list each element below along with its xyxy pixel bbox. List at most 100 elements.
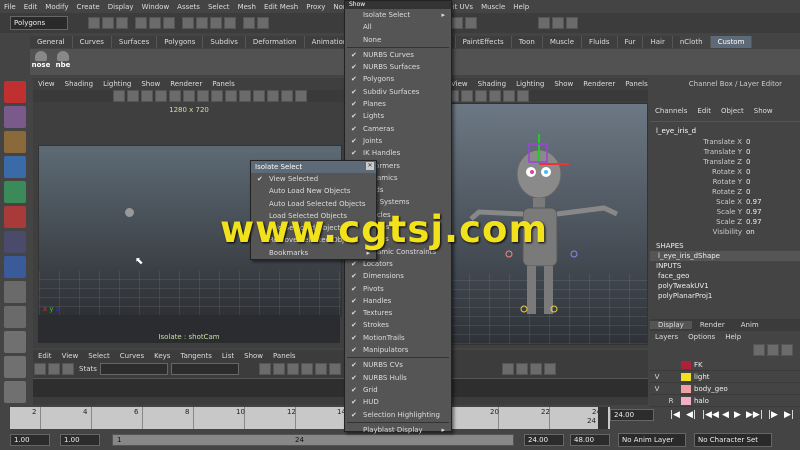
gate-mask-icon[interactable] — [197, 90, 209, 102]
input-node[interactable]: polyTweakUV1 — [650, 281, 800, 291]
menu-item-grid[interactable]: ✔ Grid — [345, 384, 451, 396]
channel-translate-z[interactable]: Translate Z0 — [650, 157, 800, 167]
menu-renderer[interactable]: Renderer — [578, 80, 620, 88]
time-slider[interactable]: 2468101214161820222424 — [10, 407, 610, 429]
flat-tangent-icon[interactable] — [328, 363, 341, 375]
scale-tool-icon[interactable] — [4, 206, 26, 228]
menu-help[interactable]: Help — [509, 3, 533, 11]
bookmark-icon[interactable] — [127, 90, 139, 102]
menu-help[interactable]: Help — [720, 333, 746, 341]
smooth-shade-icon[interactable] — [253, 90, 265, 102]
start-time-field[interactable]: 1.00 — [10, 434, 50, 446]
tab-polygons[interactable]: Polygons — [157, 36, 204, 48]
film-gate-icon[interactable] — [169, 90, 181, 102]
lights-icon[interactable] — [489, 90, 501, 102]
menu-item-textures[interactable]: ✔ Textures — [345, 307, 451, 319]
menu-item-nurbs-surfaces[interactable]: ✔ NURBS Surfaces — [345, 61, 451, 73]
channel-value[interactable]: 0 — [742, 157, 750, 167]
menu-panels[interactable]: Panels — [268, 352, 301, 360]
tab-surfaces[interactable]: Surfaces — [112, 36, 158, 48]
textured-icon[interactable] — [475, 90, 487, 102]
step-tangent-icon[interactable] — [314, 363, 327, 375]
menu-edit[interactable]: Edit — [20, 3, 42, 11]
channel-value[interactable]: 0 — [742, 177, 750, 187]
menu-item-hud[interactable]: ✔ HUD — [345, 396, 451, 408]
frame-playback-icon[interactable] — [272, 363, 285, 375]
safe-action-icon[interactable] — [225, 90, 237, 102]
tab-fluids[interactable]: Fluids — [582, 36, 618, 48]
menu-item-planes[interactable]: ✔ Planes — [345, 98, 451, 110]
channel-value[interactable]: 0 — [742, 167, 750, 177]
menu-item-nurbs-curves[interactable]: ✔ NURBS Curves — [345, 49, 451, 61]
go-to-end-icon[interactable]: ▶| — [784, 410, 794, 420]
input-node[interactable]: face_geo — [650, 271, 800, 281]
paint-select-tool-icon[interactable] — [4, 131, 26, 153]
step-forward-key-icon[interactable]: ▶▶| — [746, 410, 763, 420]
layer-row[interactable]: FK — [650, 359, 800, 371]
menu-channels[interactable]: Channels — [650, 107, 692, 115]
tab-general[interactable]: General — [30, 36, 73, 48]
menu-shading[interactable]: Shading — [60, 80, 98, 88]
current-time-marker[interactable] — [598, 407, 608, 429]
playback-start-field[interactable]: 1.00 — [60, 434, 100, 446]
tab-curves[interactable]: Curves — [73, 36, 112, 48]
input-node[interactable]: polyPlanarProj1 — [650, 291, 800, 301]
menu-modify[interactable]: Modify — [41, 3, 72, 11]
menu-layers[interactable]: Layers — [650, 333, 683, 341]
tool-settings-icon[interactable] — [552, 17, 564, 29]
last-tool-icon[interactable] — [4, 306, 26, 328]
lasso-tool-icon[interactable] — [4, 106, 26, 128]
menu-item-motiontrails[interactable]: ✔ MotionTrails — [345, 332, 451, 344]
graph-editor-canvas[interactable] — [33, 378, 648, 397]
menu-tangents[interactable]: Tangents — [175, 352, 216, 360]
close-icon[interactable]: ✕ — [366, 162, 374, 170]
menu-edit-mesh[interactable]: Edit Mesh — [260, 3, 302, 11]
end-time-field[interactable]: 48.00 — [570, 434, 610, 446]
menu-panels[interactable]: Panels — [620, 80, 653, 88]
menu-item-lights[interactable]: ✔ Lights — [345, 110, 451, 122]
channel-visibility[interactable]: Visibility on — [650, 227, 800, 237]
current-frame-field[interactable]: 24.00 — [610, 409, 654, 421]
two-pane-layout-icon[interactable] — [4, 381, 26, 403]
channel-value[interactable]: 0.97 — [742, 197, 762, 207]
channel-value[interactable]: 0 — [742, 137, 750, 147]
menu-view[interactable]: View — [57, 352, 84, 360]
new-layer-icon[interactable] — [753, 344, 765, 356]
menu-item-joints[interactable]: ✔ Joints — [345, 135, 451, 147]
menu-item-nurbs-cvs[interactable]: ✔ NURBS CVs — [345, 359, 451, 371]
manipulator-tool-icon[interactable] — [4, 231, 26, 253]
layer-row[interactable]: Vbody_geo — [650, 383, 800, 395]
menu-item-playblast-display[interactable]: Playblast Display ▸ — [345, 424, 451, 436]
menu-renderer[interactable]: Renderer — [165, 80, 207, 88]
menu-item-all[interactable]: All — [345, 21, 451, 33]
new-layer-selected-icon[interactable] — [767, 344, 779, 356]
frame-all-icon[interactable] — [258, 363, 271, 375]
tab-subdivs[interactable]: Subdivs — [203, 36, 246, 48]
menu-muscle[interactable]: Muscle — [477, 3, 509, 11]
select-component-icon[interactable] — [163, 17, 175, 29]
buffer-curve-icon[interactable] — [501, 363, 514, 375]
break-tangent-icon[interactable] — [529, 363, 542, 375]
play-forwards-icon[interactable]: ▶ — [734, 410, 741, 420]
menu-edit[interactable]: Edit — [33, 352, 57, 360]
grid-icon[interactable] — [155, 90, 167, 102]
move-key-icon[interactable] — [34, 363, 46, 375]
menu-item-strokes[interactable]: ✔ Strokes — [345, 319, 451, 331]
open-scene-icon[interactable] — [102, 17, 114, 29]
mode-selector[interactable]: Polygons — [10, 16, 68, 30]
snap-plane-icon[interactable] — [224, 17, 236, 29]
tab-fur[interactable]: Fur — [618, 36, 644, 48]
show-manipulator-icon[interactable] — [4, 281, 26, 303]
menu-item-cameras[interactable]: ✔ Cameras — [345, 123, 451, 135]
snap-point-icon[interactable] — [210, 17, 222, 29]
attribute-editor-icon[interactable] — [538, 17, 550, 29]
single-pane-layout-icon[interactable] — [4, 331, 26, 353]
menu-show[interactable]: Show — [239, 352, 268, 360]
layer-options-icon[interactable] — [781, 344, 793, 356]
snap-grid-icon[interactable] — [182, 17, 194, 29]
character-set-selector[interactable]: No Character Set — [694, 433, 772, 447]
move-tool-icon[interactable] — [4, 156, 26, 178]
menu-item-isolate-select[interactable]: Isolate Select ▸ — [345, 9, 451, 21]
menu-show[interactable]: Show — [549, 80, 578, 88]
layer-color-swatch[interactable] — [681, 384, 691, 393]
